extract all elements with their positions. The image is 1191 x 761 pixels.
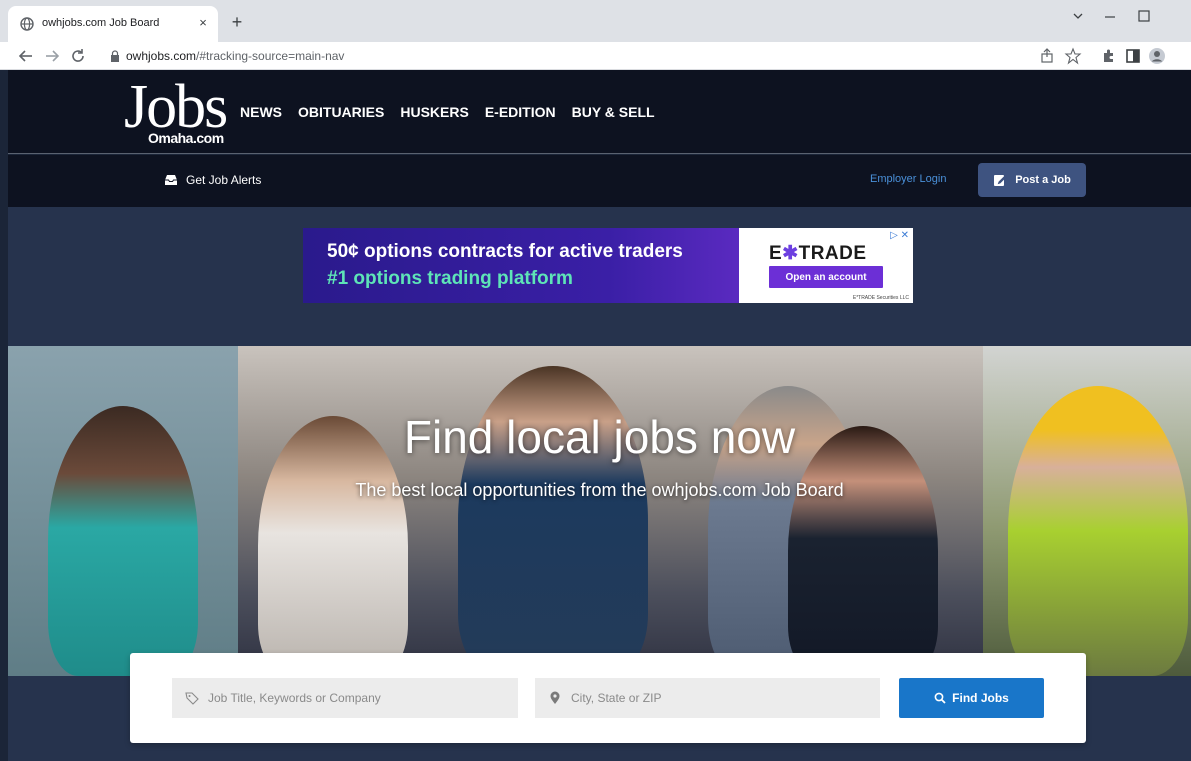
share-icon[interactable] <box>1038 47 1056 65</box>
keyword-input[interactable] <box>208 678 514 718</box>
side-panel-icon[interactable] <box>1124 47 1142 65</box>
nav-news[interactable]: NEWS <box>240 104 282 120</box>
hero-banner: Find local jobs now The best local oppor… <box>8 346 1191 676</box>
search-icon <box>934 692 946 704</box>
globe-icon <box>20 17 34 31</box>
reload-icon[interactable] <box>68 46 88 66</box>
etrade-banner-ad[interactable]: 50¢ options contracts for active traders… <box>303 228 913 303</box>
ad-legal-text: E*TRADE Securities LLC <box>852 295 909 301</box>
location-input[interactable] <box>571 678 876 718</box>
browser-tab-strip: owhjobs.com Job Board × + <box>0 0 1191 42</box>
tab-title: owhjobs.com Job Board <box>42 17 160 29</box>
job-subnav-bar: Get Job Alerts Employer Login Post a Job <box>8 155 1191 207</box>
extensions-puzzle-icon[interactable] <box>1100 47 1118 65</box>
job-search-panel: Find Jobs <box>130 653 1086 743</box>
new-tab-icon[interactable]: + <box>226 12 248 34</box>
ad-headline: 50¢ options contracts for active traders <box>327 241 683 262</box>
location-field[interactable] <box>535 678 880 718</box>
bookmark-star-icon[interactable] <box>1064 47 1082 65</box>
etrade-logo: E✱TRADE <box>769 242 867 265</box>
etrade-logo-star: ✱ <box>782 243 799 264</box>
nav-obituaries[interactable]: OBITUARIES <box>298 104 384 120</box>
maximize-icon[interactable] <box>1130 6 1158 26</box>
find-jobs-label: Find Jobs <box>952 691 1009 705</box>
get-job-alerts-label: Get Job Alerts <box>186 173 262 187</box>
tag-icon <box>185 692 199 705</box>
hero-subtitle: The best local opportunities from the ow… <box>355 480 844 500</box>
tab-close-icon[interactable]: × <box>194 14 212 32</box>
post-a-job-button[interactable]: Post a Job <box>978 163 1086 197</box>
address-bar[interactable]: owhjobs.com/#tracking-source=main-nav <box>98 45 1098 67</box>
browser-toolbar: owhjobs.com/#tracking-source=main-nav <box>0 42 1191 70</box>
nav-huskers[interactable]: HUSKERS <box>400 104 468 120</box>
browser-tab[interactable]: owhjobs.com Job Board × <box>8 6 218 42</box>
find-jobs-button[interactable]: Find Jobs <box>899 678 1044 718</box>
inbox-icon <box>165 175 177 185</box>
map-pin-icon <box>550 691 560 704</box>
ad-choices-icon[interactable]: ▷ ✕ <box>890 230 909 241</box>
logo-subtext: Omaha.com <box>148 130 224 146</box>
edit-pencil-icon <box>994 174 1008 186</box>
etrade-logo-trade: TRADE <box>798 243 867 264</box>
employer-login-link[interactable]: Employer Login <box>870 173 946 185</box>
url-text: owhjobs.com/#tracking-source=main-nav <box>126 49 344 63</box>
tab-search-icon[interactable] <box>1064 6 1092 26</box>
hero-title: Find local jobs now <box>403 411 796 463</box>
minimize-icon[interactable] <box>1096 6 1124 26</box>
jobs-omaha-logo[interactable]: Jobs Omaha.com <box>124 74 228 150</box>
get-job-alerts-link[interactable]: Get Job Alerts <box>164 173 261 187</box>
url-host: owhjobs.com <box>126 49 197 63</box>
site-header: Jobs Omaha.com NEWS OBITUARIES HUSKERS E… <box>8 70 1191 154</box>
main-nav: NEWS OBITUARIES HUSKERS E-EDITION BUY & … <box>240 104 655 120</box>
nav-buy-sell[interactable]: BUY & SELL <box>572 104 655 120</box>
lock-icon <box>111 50 119 62</box>
url-path: /#tracking-source=main-nav <box>196 49 345 63</box>
post-a-job-label: Post a Job <box>1015 174 1071 186</box>
back-arrow-icon[interactable] <box>16 46 36 66</box>
etrade-logo-e: E <box>769 243 783 264</box>
keyword-field[interactable] <box>172 678 518 718</box>
open-account-button[interactable]: Open an account <box>769 266 883 288</box>
ad-subheadline: #1 options trading platform <box>327 268 573 289</box>
forward-arrow-icon[interactable] <box>42 46 62 66</box>
nav-e-edition[interactable]: E-EDITION <box>485 104 556 120</box>
profile-avatar-icon[interactable] <box>1148 47 1166 65</box>
ad-message-panel: 50¢ options contracts for active traders… <box>303 228 739 303</box>
